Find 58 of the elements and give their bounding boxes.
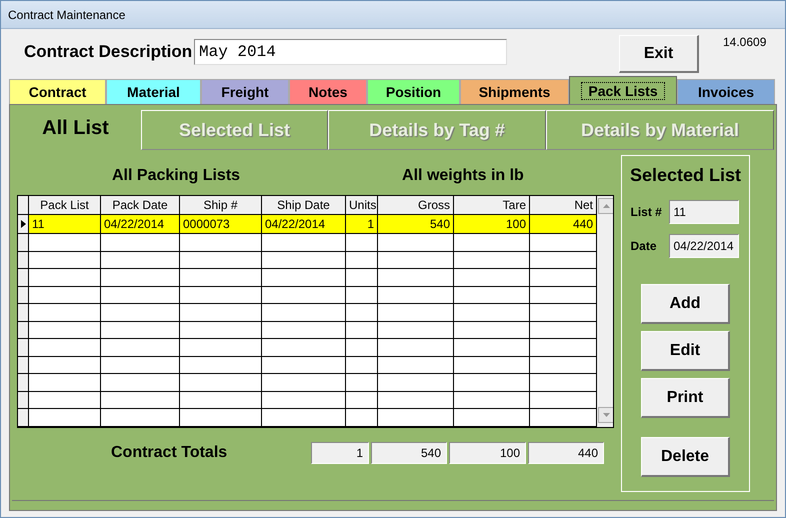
tab[interactable]: Pack Lists <box>569 76 677 104</box>
column-header[interactable]: Gross <box>378 196 454 214</box>
tab[interactable]: Invoices <box>677 79 775 104</box>
row-selector[interactable] <box>18 322 29 338</box>
total-field: 540 <box>371 442 447 464</box>
tab[interactable]: Freight <box>201 79 289 104</box>
row-selector[interactable] <box>18 269 29 286</box>
table-cell: 540 <box>378 215 454 233</box>
window-title: Contract Maintenance <box>8 8 126 22</box>
table-cell: 100 <box>454 215 530 233</box>
description-label: Contract Description <box>24 42 194 62</box>
column-header[interactable]: Ship Date <box>262 196 346 214</box>
row-selector[interactable] <box>18 304 29 321</box>
row-selector[interactable] <box>18 374 29 391</box>
version-label: 14.0609 <box>723 35 766 49</box>
list-number-label: List # <box>630 205 663 219</box>
exit-button[interactable]: Exit <box>619 35 699 73</box>
row-selector[interactable] <box>18 234 29 251</box>
selected-list-title: Selected List <box>630 165 742 186</box>
sub-tab[interactable]: All List <box>10 107 141 150</box>
table-cell: 04/22/2014 <box>101 215 180 233</box>
column-header[interactable]: Pack Date <box>101 196 180 214</box>
row-selector[interactable] <box>18 286 29 304</box>
action-button[interactable]: Edit <box>641 331 730 371</box>
tab[interactable]: Material <box>106 79 201 104</box>
weights-note: All weights in lb <box>402 167 524 185</box>
action-button[interactable]: Delete <box>641 437 730 477</box>
total-field: 100 <box>449 442 526 464</box>
row-selector[interactable] <box>18 339 29 356</box>
row-pointer-icon <box>20 220 26 228</box>
row-selector[interactable] <box>18 252 29 268</box>
total-field: 1 <box>311 442 369 464</box>
tab[interactable]: Shipments <box>460 79 569 104</box>
table-row[interactable]: 11 04/22/2014 0000073 04/22/2014 1 540 100 440 <box>18 215 597 234</box>
table-cell: 0000073 <box>180 215 262 233</box>
list-title: All Packing Lists <box>112 167 240 185</box>
description-field[interactable]: May 2014 <box>194 39 507 65</box>
tab[interactable]: Notes <box>289 79 367 104</box>
list-number-field[interactable]: 11 <box>668 200 738 224</box>
row-selector[interactable] <box>18 409 29 426</box>
tab[interactable]: Contract <box>9 79 106 104</box>
table-cell: 1 <box>346 215 378 233</box>
table-cell: 04/22/2014 <box>262 215 346 233</box>
table-cell: 11 <box>29 215 101 233</box>
column-header[interactable]: Units <box>346 196 378 214</box>
action-button[interactable]: Print <box>641 378 730 418</box>
row-selector[interactable] <box>18 215 29 233</box>
action-button[interactable]: Add <box>641 284 730 324</box>
column-header[interactable]: Pack List <box>29 196 101 214</box>
totals-label: Contract Totals <box>111 444 228 462</box>
tab[interactable]: Position <box>367 79 460 104</box>
column-header[interactable]: Tare <box>454 196 530 214</box>
date-field[interactable]: 04/22/2014 <box>668 234 738 258</box>
column-header[interactable]: Ship # <box>180 196 262 214</box>
row-selector[interactable] <box>18 392 29 408</box>
total-field: 440 <box>528 442 604 464</box>
date-label: Date <box>630 239 658 253</box>
row-selector[interactable] <box>18 356 29 374</box>
